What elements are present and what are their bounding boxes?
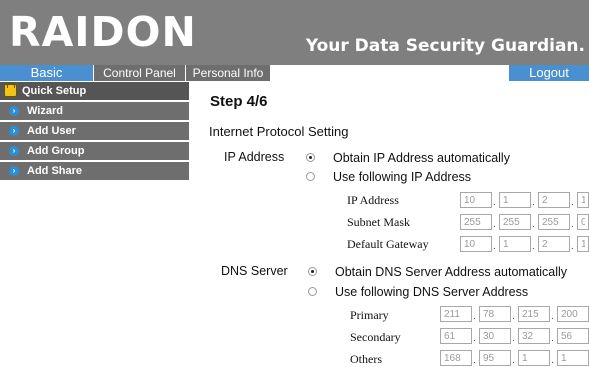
sidebar-header-label: Quick Setup [22,85,87,97]
ip-address-octet-1[interactable] [460,192,492,208]
others-dns-octet-2[interactable] [479,350,511,366]
section-title: Internet Protocol Setting [209,124,349,139]
subnet-mask-octet-1[interactable] [460,214,492,230]
octet-separator: . [571,219,574,230]
sidebar-item-add-share[interactable]: › Add Share [0,162,189,180]
arrow-right-icon: › [9,166,19,176]
octet-separator: . [473,311,476,322]
raidon-logo: RAIDON [9,8,197,56]
octet-separator: . [532,219,535,230]
subnet-mask-field-label: Subnet Mask [347,215,410,229]
ip-auto-radio[interactable] [306,153,315,162]
secondary-dns-octet-1[interactable] [440,328,472,344]
subnet-mask-octet-3[interactable] [538,214,570,230]
sidebar-item-label: Wizard [27,105,63,117]
octet-separator: . [473,333,476,344]
octet-separator: . [493,241,496,252]
arrow-right-icon: › [9,126,19,136]
octet-separator: . [493,197,496,208]
subnet-mask-octet-2[interactable] [499,214,531,230]
others-dns-octet-4[interactable] [557,350,589,366]
octet-separator: . [571,241,574,252]
others-dns-octet-1[interactable] [440,350,472,366]
dns-manual-radio[interactable] [308,287,317,296]
others-dns-octet-3[interactable] [518,350,550,366]
logout-button[interactable]: Logout [509,65,589,81]
primary-dns-octet-2[interactable] [479,306,511,322]
arrow-right-icon: › [9,106,19,116]
sidebar-item-label: Add Group [27,145,85,157]
tab-control-panel[interactable]: Control Panel [94,65,185,81]
octet-separator: . [512,333,515,344]
octet-separator: . [532,197,535,208]
arrow-right-icon: › [9,146,19,156]
secondary-dns-field-label: Secondary [350,330,401,344]
sidebar-item-wizard[interactable]: › Wizard [0,102,189,120]
ip-auto-label: Obtain IP Address automatically [333,151,510,165]
octet-separator: . [473,355,476,366]
sidebar-header-quick-setup[interactable]: Quick Setup [0,82,189,100]
octet-separator: . [551,311,554,322]
dns-server-group-label: DNS Server [221,264,288,278]
octet-separator: . [551,333,554,344]
ip-manual-radio[interactable] [306,172,315,181]
dns-auto-label: Obtain DNS Server Address automatically [335,265,568,279]
default-gateway-field-label: Default Gateway [347,237,429,251]
subnet-mask-octet-4[interactable] [577,214,589,230]
ip-address-octet-2[interactable] [499,192,531,208]
ip-address-octet-4[interactable] [577,192,589,208]
step-title: Step 4/6 [210,93,268,110]
dns-auto-radio[interactable] [308,267,317,276]
ip-manual-label: Use following IP Address [333,170,472,184]
octet-separator: . [532,241,535,252]
lock-icon [4,82,17,97]
default-gateway-octet-4[interactable] [577,236,589,252]
secondary-dns-octet-4[interactable] [557,328,589,344]
secondary-dns-octet-3[interactable] [518,328,550,344]
sidebar-item-add-group[interactable]: › Add Group [0,142,189,160]
octet-separator: . [493,219,496,230]
nav-bar: Basic Control Panel Personal Info Logout [0,65,589,82]
sidebar: Quick Setup › Wizard › Add User › Add Gr… [0,82,189,180]
default-gateway-octet-1[interactable] [460,236,492,252]
tab-basic[interactable]: Basic [0,65,93,81]
tagline: Your Data Security Guardian. [305,36,585,56]
primary-dns-octet-4[interactable] [557,306,589,322]
sidebar-item-label: Add Share [27,165,83,177]
primary-dns-field-label: Primary [350,308,389,322]
octet-separator: . [512,311,515,322]
octet-separator: . [512,355,515,366]
ip-address-group-label: IP Address [224,150,285,164]
ip-address-octet-3[interactable] [538,192,570,208]
ip-address-field-label: IP Address [347,193,399,207]
secondary-dns-octet-2[interactable] [479,328,511,344]
sidebar-item-label: Add User [27,125,76,137]
default-gateway-octet-3[interactable] [538,236,570,252]
primary-dns-octet-3[interactable] [518,306,550,322]
tab-personal-info[interactable]: Personal Info [186,65,270,81]
octet-separator: . [571,197,574,208]
header-bar: RAIDON Your Data Security Guardian. [0,0,589,65]
default-gateway-octet-2[interactable] [499,236,531,252]
dns-manual-label: Use following DNS Server Address [335,285,529,299]
octet-separator: . [551,355,554,366]
sidebar-item-add-user[interactable]: › Add User [0,122,189,140]
primary-dns-octet-1[interactable] [440,306,472,322]
